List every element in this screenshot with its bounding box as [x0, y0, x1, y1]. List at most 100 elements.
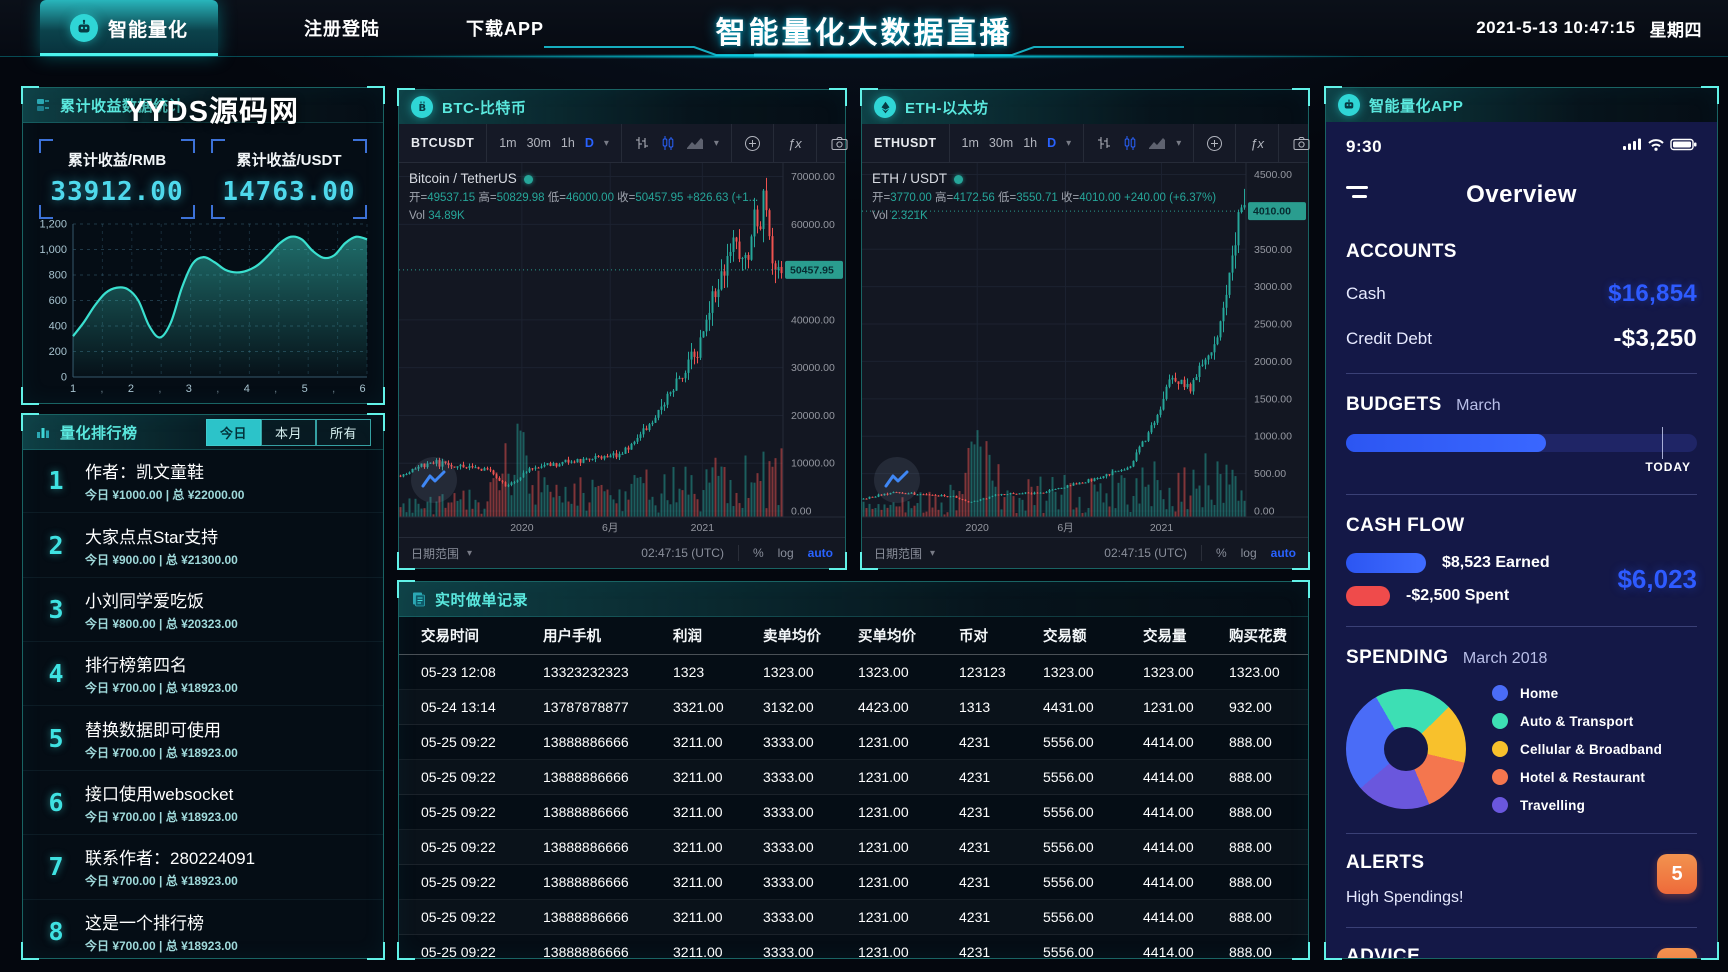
chart-watermark-logo [411, 457, 457, 503]
table-row[interactable]: 05-25 09:22138888866663211.003333.001231… [399, 900, 1308, 935]
legend-label: Cellular & Broadband [1520, 742, 1662, 757]
table-cell: 13888886666 [543, 874, 673, 890]
ranking-list-item[interactable]: 5替换数据即可使用今日 ¥700.00 | 总 ¥18923.00 [23, 706, 383, 770]
trades-table: 交易时间用户手机利润卖单均价买单均价币对交易额交易量购买花费05-23 12:0… [399, 616, 1308, 958]
compare-plus-icon[interactable] [1206, 135, 1223, 152]
ranking-panel: 量化排行榜 今日 本月 所有 1作者：凯文童鞋今日 ¥1000.00 | 总 ¥… [22, 414, 384, 959]
bars-style-icon[interactable] [634, 135, 650, 151]
spending-chart-row: HomeAuto & TransportCellular & Broadband… [1346, 685, 1697, 813]
compare-plus-icon[interactable] [744, 135, 761, 152]
interval-1d[interactable]: D [585, 136, 594, 150]
chevron-down-icon[interactable]: ▾ [1066, 138, 1071, 149]
percent-scale-button[interactable]: % [1216, 546, 1227, 560]
area-style-icon[interactable] [686, 135, 704, 151]
table-row[interactable]: 05-25 09:22138888866663211.003333.001231… [399, 795, 1308, 830]
table-cell: 3333.00 [763, 944, 858, 958]
eth-candlestick-chart[interactable]: 4500.003500.003000.002500.002000.001500.… [862, 163, 1308, 537]
chevron-down-icon[interactable]: ▾ [1176, 138, 1181, 149]
table-row[interactable]: 05-25 09:22138888866663211.003333.001231… [399, 935, 1308, 958]
status-bar: 9:30 [1346, 136, 1697, 157]
credit-debt-row: Credit Debt -$3,250 [1346, 325, 1697, 353]
table-cell: 1231.00 [858, 874, 959, 890]
svg-text:40000.00: 40000.00 [791, 314, 835, 326]
ranking-list-item[interactable]: 7联系作者：280224091今日 ¥700.00 | 总 ¥18923.00 [23, 835, 383, 899]
table-row[interactable]: 05-25 09:22138888866663211.003333.001231… [399, 725, 1308, 760]
date-range-button[interactable]: 日期范围 [411, 545, 459, 562]
interval-1d[interactable]: D [1047, 136, 1056, 150]
candles-style-icon[interactable] [1122, 135, 1138, 151]
accounts-heading: ACCOUNTS [1346, 241, 1697, 263]
table-row[interactable]: 05-25 09:22138888866663211.003333.001231… [399, 830, 1308, 865]
ranking-list-item[interactable]: 3小刘同学爱吃饭今日 ¥800.00 | 总 ¥20323.00 [23, 578, 383, 642]
log-scale-button[interactable]: log [778, 546, 794, 560]
advice-badge[interactable]: 3 [1657, 948, 1697, 958]
spending-donut-chart[interactable] [1346, 689, 1466, 809]
table-row[interactable]: 05-25 09:22138888866663211.003333.001231… [399, 760, 1308, 795]
utc-time[interactable]: 02:47:15 (UTC) [1104, 546, 1187, 560]
btc-symbol[interactable]: BTCUSDT [411, 136, 474, 150]
chevron-down-icon[interactable]: ▾ [714, 138, 719, 149]
wifi-icon [1649, 140, 1663, 151]
rank-name: 作者：凯文童鞋 [85, 458, 244, 483]
ranking-list-item[interactable]: 2大家点点Star支持今日 ¥900.00 | 总 ¥21300.00 [23, 513, 383, 577]
camera-icon[interactable] [831, 136, 848, 151]
table-cell: 888.00 [1229, 769, 1308, 785]
top-navbar: 智能量化 注册登陆 下载APP 智能量化大数据直播 2021-5-13 10:4… [0, 0, 1728, 57]
camera-icon[interactable] [1293, 136, 1310, 151]
budget-progress-bar[interactable] [1346, 434, 1697, 452]
area-style-icon[interactable] [1148, 135, 1166, 151]
chevron-down-icon[interactable]: ▾ [467, 548, 472, 559]
tab-today[interactable]: 今日 [206, 419, 261, 446]
table-row[interactable]: 05-25 09:22138888866663211.003333.001231… [399, 865, 1308, 900]
table-cell: 3211.00 [673, 944, 763, 958]
percent-scale-button[interactable]: % [753, 546, 764, 560]
candles-style-icon[interactable] [660, 135, 676, 151]
ranking-list-item[interactable]: 4排行榜第四名今日 ¥700.00 | 总 ¥18923.00 [23, 642, 383, 706]
table-cell: 932.00 [1229, 699, 1308, 715]
interval-30m[interactable]: 30m [527, 136, 551, 150]
log-scale-button[interactable]: log [1241, 546, 1257, 560]
table-cell: 5556.00 [1043, 734, 1143, 750]
date-range-button[interactable]: 日期范围 [874, 545, 922, 562]
eth-change: +240.00 (+6.37%) [1124, 192, 1216, 204]
nav-link-register[interactable]: 注册登陆 [304, 15, 380, 41]
table-cell: 1231.00 [858, 909, 959, 925]
utc-time[interactable]: 02:47:15 (UTC) [641, 546, 724, 560]
earnings-stats: 累计收益/RMB 33912.00 累计收益/USDT 14763.00 [23, 123, 383, 223]
cashflow-rows: $8,523 Earned -$2,500 Spent $6,023 [1346, 553, 1697, 606]
interval-1m[interactable]: 1m [499, 136, 516, 150]
trades-panel-title: 实时做单记录 [435, 589, 528, 610]
interval-1m[interactable]: 1m [962, 136, 979, 150]
svg-text:6月: 6月 [1057, 522, 1073, 534]
table-cell: 3211.00 [673, 874, 763, 890]
alerts-badge[interactable]: 5 [1657, 854, 1697, 894]
chevron-down-icon[interactable]: ▾ [604, 138, 609, 149]
table-cell: 4414.00 [1143, 734, 1229, 750]
nav-link-download-app[interactable]: 下载APP [466, 15, 544, 41]
interval-30m[interactable]: 30m [989, 136, 1013, 150]
table-cell: 05-25 09:22 [421, 804, 543, 820]
ranking-list-item[interactable]: 1作者：凯文童鞋今日 ¥1000.00 | 总 ¥22000.00 [23, 449, 383, 513]
btc-candlestick-chart[interactable]: 70000.0060000.0040000.0030000.0020000.00… [399, 163, 845, 537]
indicators-fx-icon[interactable]: ƒx [774, 136, 816, 151]
chevron-down-icon[interactable]: ▾ [930, 548, 935, 559]
bars-style-icon[interactable] [1096, 135, 1112, 151]
table-cell: 4414.00 [1143, 874, 1229, 890]
eth-symbol[interactable]: ETHUSDT [874, 136, 937, 150]
tab-month[interactable]: 本月 [261, 419, 316, 446]
tab-all[interactable]: 所有 [316, 419, 371, 446]
cash-row: Cash $16,854 [1346, 280, 1697, 308]
ranking-list-item[interactable]: 8这是一个排行榜今日 ¥700.00 | 总 ¥18923.00 [23, 900, 383, 958]
brand-tab[interactable]: 智能量化 [40, 0, 218, 56]
interval-1h[interactable]: 1h [1023, 136, 1037, 150]
table-cell: 13888886666 [543, 769, 673, 785]
table-row[interactable]: 05-24 13:14137878788773321.003132.004423… [399, 690, 1308, 725]
indicators-fx-icon[interactable]: ƒx [1236, 136, 1278, 151]
eth-chart-footer: 日期范围 ▾ 02:47:15 (UTC) % log auto [862, 537, 1308, 568]
table-cell: 5556.00 [1043, 874, 1143, 890]
table-row[interactable]: 05-23 12:081332323232313231323.001323.00… [399, 655, 1308, 690]
ranking-list-item[interactable]: 6接口使用websocket今日 ¥700.00 | 总 ¥18923.00 [23, 771, 383, 835]
table-cell: 5556.00 [1043, 839, 1143, 855]
column-header: 购买花费 [1229, 625, 1308, 646]
interval-1h[interactable]: 1h [561, 136, 575, 150]
